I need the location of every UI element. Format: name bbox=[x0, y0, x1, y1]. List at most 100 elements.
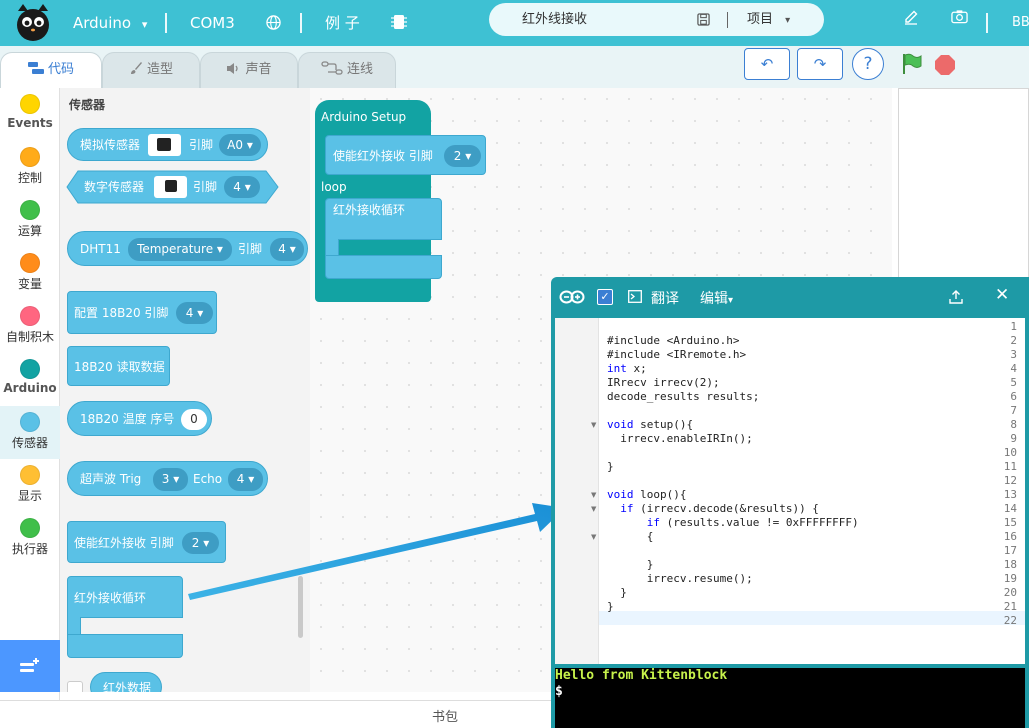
tab-sounds[interactable]: 声音 bbox=[200, 52, 298, 88]
category-actuators[interactable]: 执行器 bbox=[0, 512, 60, 565]
ir-data-block[interactable]: 红外数据 bbox=[90, 672, 162, 692]
pin-dropdown[interactable]: 4 ▾ bbox=[224, 176, 260, 198]
code-line: void loop(){ bbox=[607, 488, 687, 501]
category-sensors[interactable]: 传感器 bbox=[0, 406, 60, 459]
pin-dropdown[interactable]: 4 ▾ bbox=[270, 238, 304, 261]
project-name-input[interactable]: 红外线接收 bbox=[522, 3, 587, 36]
ir-enable-block[interactable]: 使能红外接收 引脚 2 ▾ bbox=[67, 521, 226, 563]
category-display[interactable]: 显示 bbox=[0, 459, 60, 512]
board-selector[interactable]: Arduino ▾ bbox=[73, 0, 147, 46]
examples-button[interactable]: 例 子 bbox=[325, 0, 360, 46]
tab-code[interactable]: 代码 bbox=[0, 52, 102, 89]
project-menu[interactable]: 项目 ▾ bbox=[747, 3, 790, 37]
setup-label: Arduino Setup bbox=[321, 110, 407, 124]
port-selector[interactable]: COM3 bbox=[190, 0, 235, 46]
editor-tabs-bar: 代码 造型 声音 连线 ↶ ↷ ? bbox=[0, 46, 1029, 89]
ir-loop-block-head: 红外接收循环 bbox=[325, 198, 442, 240]
sensor-module-icon bbox=[154, 176, 187, 198]
category-dot bbox=[20, 147, 40, 167]
examples-label: 例 子 bbox=[325, 14, 360, 32]
ds18b20-read-block[interactable]: 18B20 读取数据 bbox=[67, 346, 170, 386]
ws-ir-enable-block[interactable]: 使能红外接收 引脚 2 ▾ bbox=[325, 135, 486, 175]
tab-costumes[interactable]: 造型 bbox=[102, 52, 200, 88]
ds18b20-config-block[interactable]: 配置 18B20 引脚 4 ▾ bbox=[67, 291, 217, 334]
redo-icon: ↷ bbox=[813, 55, 827, 73]
dropdown-value: 3 bbox=[161, 472, 170, 486]
code-line: if (results.value != 0xFFFFFFFF) bbox=[646, 516, 859, 529]
arduino-icon bbox=[559, 290, 585, 304]
line-number: 19 bbox=[1003, 572, 1017, 585]
fold-arrow-icon[interactable]: ▼ bbox=[591, 421, 596, 429]
stop-icon[interactable] bbox=[935, 55, 955, 75]
divider bbox=[165, 13, 167, 33]
line-number: 15 bbox=[1003, 516, 1017, 529]
chip-button[interactable] bbox=[391, 0, 407, 46]
project-title-box: 红外线接收 项目 ▾ bbox=[489, 3, 824, 36]
redo-button[interactable]: ↷ bbox=[797, 48, 843, 80]
ultrasonic-block[interactable]: 超声波 Trig 3 ▾ Echo 4 ▾ bbox=[67, 461, 268, 496]
tab-wiring[interactable]: 连线 bbox=[298, 52, 396, 88]
palette-scrollbar[interactable] bbox=[298, 576, 303, 638]
backpack-bar[interactable]: 书包 bbox=[0, 700, 551, 728]
undo-button[interactable]: ↶ bbox=[744, 48, 790, 80]
save-icon[interactable] bbox=[697, 13, 710, 26]
ir-loop-block[interactable]: 红外接收循环 bbox=[67, 576, 184, 660]
code-line: decode_results results; bbox=[607, 390, 760, 403]
console-output-line: Hello from Kittenblock bbox=[555, 668, 728, 683]
code-blocks-icon bbox=[27, 53, 44, 87]
category-dot bbox=[20, 359, 40, 379]
fold-arrow-icon[interactable]: ▼ bbox=[591, 505, 596, 513]
code-editor[interactable]: 1 2 #include <Arduino.h> 3 #include <IRremot… bbox=[555, 318, 1025, 664]
green-flag-icon[interactable] bbox=[900, 52, 924, 76]
checkbox-icon[interactable]: ✓ bbox=[597, 289, 613, 305]
upload-icon[interactable] bbox=[949, 290, 963, 304]
serial-console[interactable]: Hello from Kittenblock $ bbox=[555, 668, 1025, 728]
analog-sensor-block[interactable]: 模拟传感器 引脚 A0 ▾ bbox=[67, 128, 268, 161]
category-variables[interactable]: 变量 bbox=[0, 247, 60, 300]
chevron-down-icon: ▾ bbox=[728, 295, 734, 306]
help-button[interactable]: ? bbox=[852, 48, 884, 80]
trig-pin-dropdown[interactable]: 3 ▾ bbox=[153, 468, 188, 491]
category-arduino[interactable]: Arduino bbox=[0, 353, 60, 406]
line-number: 22 bbox=[1003, 614, 1017, 627]
edit-menu-button[interactable]: 编辑▾ bbox=[700, 288, 733, 308]
camera-icon[interactable] bbox=[951, 9, 968, 24]
block-label: DHT11 bbox=[80, 242, 121, 256]
language-button[interactable] bbox=[266, 0, 281, 46]
ws-ir-loop-block[interactable]: 红外接收循环 bbox=[325, 198, 443, 280]
pin-dropdown[interactable]: 4 ▾ bbox=[176, 302, 213, 324]
chip-icon bbox=[391, 15, 407, 29]
undo-icon: ↶ bbox=[760, 55, 774, 73]
stage-panel[interactable] bbox=[898, 88, 1029, 288]
line-number: 11 bbox=[1003, 460, 1017, 473]
close-icon[interactable]: ✕ bbox=[995, 285, 1009, 305]
pin-dropdown[interactable]: 2 ▾ bbox=[182, 532, 219, 554]
code-line: void setup(){ bbox=[607, 418, 694, 431]
fold-arrow-icon[interactable]: ▼ bbox=[591, 533, 596, 541]
code-line: #include <Arduino.h> bbox=[607, 334, 740, 347]
category-my-blocks[interactable]: 自制积木 bbox=[0, 300, 60, 353]
category-events[interactable]: Events bbox=[0, 88, 60, 141]
pin-dropdown[interactable]: A0 ▾ bbox=[219, 134, 261, 156]
block-label: 18B20 温度 序号 bbox=[80, 412, 175, 426]
line-number: 17 bbox=[1003, 544, 1017, 557]
ds18b20-temp-block[interactable]: 18B20 温度 序号 0 bbox=[67, 401, 212, 436]
pencil-icon[interactable] bbox=[903, 9, 919, 25]
dht-mode-dropdown[interactable]: Temperature ▾ bbox=[128, 238, 232, 261]
index-input[interactable]: 0 bbox=[181, 409, 207, 430]
category-operators[interactable]: 运算 bbox=[0, 194, 60, 247]
line-number: 16 bbox=[1003, 530, 1017, 543]
add-extension-button[interactable] bbox=[0, 640, 60, 692]
fold-arrow-icon[interactable]: ▼ bbox=[591, 491, 596, 499]
digital-sensor-block[interactable]: 数字传感器 引脚 4 ▾ bbox=[66, 170, 280, 205]
echo-pin-dropdown[interactable]: 4 ▾ bbox=[228, 468, 263, 491]
ir-data-checkbox[interactable] bbox=[67, 681, 83, 692]
user-avatar[interactable]: BB bbox=[1012, 0, 1029, 46]
category-dot bbox=[20, 465, 40, 485]
dht11-block[interactable]: DHT11 Temperature ▾ 引脚 4 ▾ bbox=[67, 231, 308, 266]
translate-button[interactable]: 翻译 bbox=[651, 288, 679, 308]
block-label: Echo bbox=[193, 472, 223, 486]
category-control[interactable]: 控制 bbox=[0, 141, 60, 194]
board-label: Arduino bbox=[73, 14, 132, 32]
pin-dropdown[interactable]: 2 ▾ bbox=[444, 145, 481, 167]
